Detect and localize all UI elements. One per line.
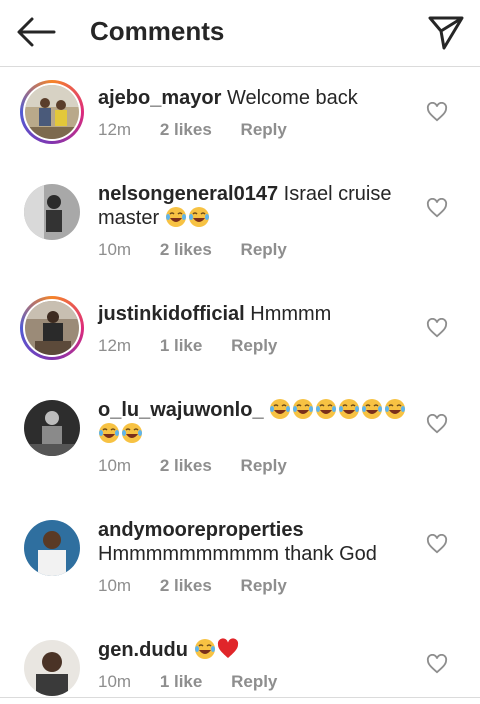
laughing-emoji-icon <box>99 423 119 443</box>
avatar-wrapper[interactable] <box>20 516 84 580</box>
comment-time: 10m <box>98 672 132 691</box>
heart-icon[interactable] <box>426 102 448 122</box>
avatar <box>24 640 80 696</box>
comment-likes[interactable]: 2 likes <box>160 456 212 475</box>
laughing-emoji-icon <box>188 207 209 227</box>
avatar <box>25 85 79 139</box>
laughing-emoji-icon <box>194 639 215 659</box>
paper-plane-icon <box>428 16 464 50</box>
avatar-wrapper[interactable] <box>20 396 84 460</box>
comment-meta: 10m 1 like Reply <box>98 672 301 692</box>
comment-time: 12m <box>98 336 132 355</box>
comment-time: 12m <box>98 120 132 139</box>
heart-icon[interactable] <box>426 534 448 554</box>
comment-meta: 12m 2 likes Reply <box>98 120 311 140</box>
red-heart-emoji-icon <box>217 638 238 658</box>
bottom-divider <box>0 697 480 698</box>
comments-header: Comments <box>0 0 480 67</box>
comment-username[interactable]: andymooreproperties <box>98 518 408 542</box>
comment-time: 10m <box>98 240 132 259</box>
comment-time: 10m <box>98 456 132 475</box>
back-button[interactable] <box>14 14 58 50</box>
comment-username[interactable]: o_lu_wajuwonlo_ <box>98 399 264 421</box>
share-button[interactable] <box>426 12 466 52</box>
heart-icon[interactable] <box>426 414 448 434</box>
comment-body: Welcome back <box>226 87 358 109</box>
avatar <box>24 184 80 240</box>
avatar <box>25 301 79 355</box>
comment-likes[interactable]: 2 likes <box>160 120 212 139</box>
avatar-wrapper[interactable] <box>20 180 84 244</box>
comment-username[interactable]: nelsongeneral0147 <box>98 183 278 205</box>
comment-likes[interactable]: 2 likes <box>160 240 212 259</box>
heart-icon[interactable] <box>426 198 448 218</box>
comment-likes[interactable]: 1 like <box>160 672 203 691</box>
heart-icon[interactable] <box>426 318 448 338</box>
comment-meta: 12m 1 like Reply <box>98 336 301 356</box>
heart-icon[interactable] <box>426 654 448 674</box>
avatar-wrapper[interactable] <box>20 636 84 700</box>
comment-meta: 10m 2 likes Reply <box>98 240 311 260</box>
comment-username[interactable]: gen.dudu <box>98 639 188 661</box>
reply-button[interactable]: Reply <box>241 120 287 139</box>
reply-button[interactable]: Reply <box>231 672 277 691</box>
laughing-emoji-icon <box>316 399 337 419</box>
avatar <box>24 520 80 576</box>
comment-text: andymooreproperties Hmmmmmmmmmm thank Go… <box>98 518 408 566</box>
comment-text: justinkidofficial Hmmmm <box>98 302 408 326</box>
comment-meta: 10m 2 likes Reply <box>98 576 311 596</box>
laughing-emoji-icon <box>122 423 142 443</box>
laughing-emoji-icon <box>339 399 360 419</box>
reply-button[interactable]: Reply <box>231 336 277 355</box>
laughing-emoji-icon <box>293 399 314 419</box>
laughing-emoji-icon <box>165 207 186 227</box>
comment-body: Hmmmm <box>250 303 332 325</box>
comment-likes[interactable]: 2 likes <box>160 576 212 595</box>
reply-button[interactable]: Reply <box>241 456 287 475</box>
avatar-story-ring[interactable] <box>20 296 84 360</box>
comment-time: 10m <box>98 576 132 595</box>
comment-meta: 10m 2 likes Reply <box>98 456 311 476</box>
avatar-story-ring[interactable] <box>20 80 84 144</box>
page-title: Comments <box>90 16 225 46</box>
comment-username[interactable]: ajebo_mayor <box>98 87 221 109</box>
comment-text: nelsongeneral0147 Israel cruise master <box>98 182 408 230</box>
comment-text: o_lu_wajuwonlo_ <box>98 398 408 446</box>
reply-button[interactable]: Reply <box>241 240 287 259</box>
avatar <box>24 400 80 456</box>
comment-likes[interactable]: 1 like <box>160 336 203 355</box>
laughing-emoji-icon <box>385 399 406 419</box>
comment-text: gen.dudu <box>98 638 408 662</box>
comment-text: ajebo_mayor Welcome back <box>98 86 408 110</box>
arrow-left-icon <box>17 17 56 47</box>
reply-button[interactable]: Reply <box>241 576 287 595</box>
comment-username[interactable]: justinkidofficial <box>98 303 245 325</box>
laughing-emoji-icon <box>362 399 383 419</box>
comment-body: Hmmmmmmmmmm thank God <box>98 543 377 565</box>
laughing-emoji-icon <box>270 399 291 419</box>
